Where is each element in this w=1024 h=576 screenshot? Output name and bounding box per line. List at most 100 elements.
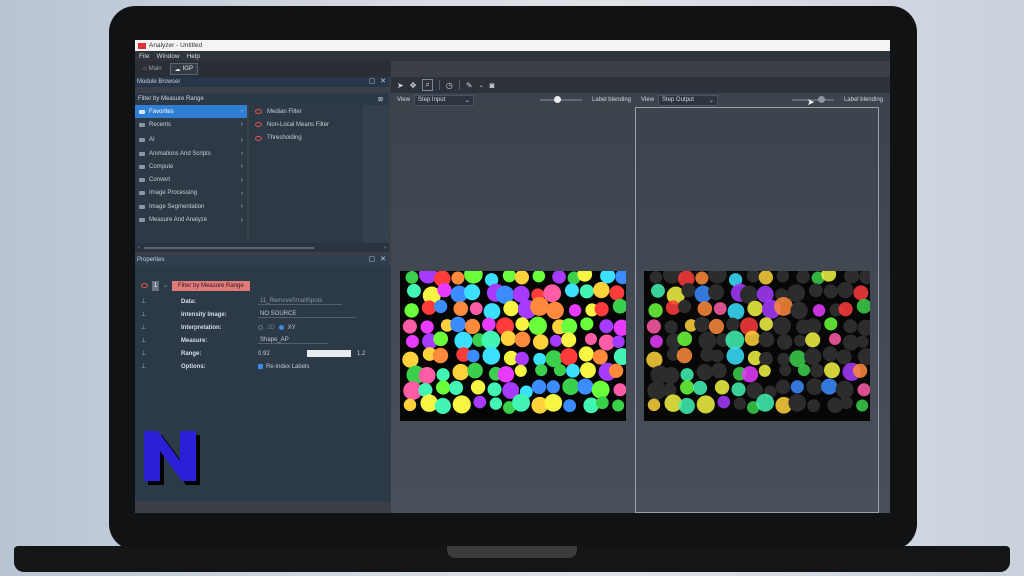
module-median-filter[interactable]: Median Filter: [249, 105, 363, 118]
sphere-label: [466, 349, 480, 363]
category-compute[interactable]: Compute ›: [135, 160, 247, 173]
clear-filter-icon[interactable]: ⊠: [378, 96, 383, 103]
timer-icon[interactable]: ◷: [446, 81, 453, 90]
pointer-tool-icon[interactable]: ➤: [397, 81, 404, 90]
module-nlm-filter[interactable]: Non-Local Means Filter: [249, 118, 363, 131]
zoom-tool-icon[interactable]: ⌕: [422, 79, 433, 91]
menu-file[interactable]: File: [139, 53, 149, 60]
category-animations[interactable]: Animations And Scripts ›: [135, 147, 247, 160]
sphere-label: [532, 334, 549, 350]
sphere-label: [808, 283, 823, 298]
title-bar: Analyzer - Untitled: [135, 40, 890, 51]
horizontal-scrollbar[interactable]: ‹ ›: [135, 243, 389, 252]
sphere-label: [788, 393, 807, 412]
move-tool-icon[interactable]: ✥: [410, 81, 417, 90]
menu-window[interactable]: Window: [156, 53, 179, 60]
main-workspace-button[interactable]: ⌂ Main: [138, 63, 167, 75]
measure-select[interactable]: Shape_AP: [258, 337, 328, 344]
category-image-processing[interactable]: Image Processing ›: [135, 187, 247, 200]
scroll-left-icon[interactable]: ‹: [138, 245, 140, 251]
step-input-image[interactable]: [400, 271, 626, 421]
sphere-label: [713, 302, 727, 315]
category-image-segmentation[interactable]: Image Segmentation ›: [135, 200, 247, 213]
sphere-label: [531, 379, 547, 395]
scroll-right-icon[interactable]: ›: [384, 245, 386, 251]
intensity-select[interactable]: NO SOURCE: [258, 311, 356, 318]
scrollbar-thumb[interactable]: [144, 246, 314, 249]
mouse-cursor-icon: ➤: [807, 97, 815, 107]
prop-row-data: ⊥ Data: 11_RemoveSmallSpots: [135, 295, 391, 308]
toolbar-separator: [458, 80, 460, 90]
prop-row-options: ⊥ Options: Re-index Labels: [135, 360, 391, 373]
category-measure-analyze[interactable]: Measure And Analyze ›: [135, 213, 247, 226]
slider-knob[interactable]: [817, 96, 825, 103]
properties-header: Properties ▢ ✕: [135, 255, 389, 265]
radio-3d[interactable]: [258, 325, 263, 330]
chevron-down-icon[interactable]: ⌄: [163, 282, 168, 289]
left-step-select[interactable]: Step Input ⌄: [413, 94, 474, 106]
sphere-label: [804, 348, 822, 366]
menu-help[interactable]: Help: [187, 53, 200, 60]
pin-icon[interactable]: ⊥: [141, 311, 146, 318]
sphere-label: [726, 347, 745, 365]
right-view-bar: View Step Output ⌄ Label blending: [641, 93, 887, 107]
sphere-label: [790, 301, 808, 320]
sphere-label: [404, 303, 419, 318]
sphere-label: [578, 346, 594, 362]
close-icon[interactable]: ✕: [380, 77, 386, 85]
sphere-label: [568, 304, 582, 317]
camera-icon[interactable]: ◙: [490, 81, 495, 90]
sphere-label: [487, 382, 502, 397]
right-step-select[interactable]: Step Output ⌄: [657, 94, 718, 106]
module-list-scrollbar[interactable]: [363, 105, 389, 243]
range-min-input[interactable]: 0.92: [258, 351, 270, 357]
igp-workspace-button[interactable]: ☁ IGP: [169, 63, 198, 75]
step-output-image[interactable]: [644, 271, 870, 421]
radio-xy[interactable]: [278, 325, 284, 330]
module-thresholding[interactable]: Thresholding: [249, 132, 363, 145]
close-icon[interactable]: ✕: [380, 255, 386, 263]
sphere-label: [838, 302, 853, 317]
sphere-label: [698, 331, 717, 350]
module-name-badge[interactable]: Filter by Measure Range: [172, 280, 250, 291]
chevron-right-icon: ›: [240, 203, 243, 211]
chevron-down-icon[interactable]: ⌄: [479, 82, 484, 89]
module-filter-input[interactable]: Filter by Measure Range ⊠: [135, 93, 389, 105]
left-view-bar: View Step Input ⌄ Label blending: [397, 93, 635, 107]
undock-icon[interactable]: ▢: [369, 77, 376, 85]
category-convert[interactable]: Convert ›: [135, 173, 247, 186]
pin-icon[interactable]: ⊥: [141, 350, 146, 357]
category-ai[interactable]: AI ›: [135, 134, 247, 147]
sphere-label: [469, 302, 483, 315]
range-max-input[interactable]: 1.2: [357, 351, 365, 357]
sphere-label: [680, 380, 695, 395]
range-slider[interactable]: [307, 350, 351, 357]
sphere-label: [528, 316, 547, 335]
pin-icon[interactable]: ⊥: [141, 363, 146, 370]
pen-tool-icon[interactable]: ✎: [466, 81, 473, 90]
slider-knob[interactable]: [553, 96, 561, 103]
sphere-label: [708, 271, 727, 284]
undock-icon[interactable]: ▢: [369, 255, 376, 263]
sphere-label: [564, 283, 579, 298]
folder-icon: [139, 191, 145, 196]
pin-icon[interactable]: ⊥: [141, 324, 146, 331]
sphere-label: [543, 284, 562, 303]
data-select[interactable]: 11_RemoveSmallSpots: [258, 298, 342, 305]
pin-icon[interactable]: ⊥: [141, 337, 146, 344]
pin-icon[interactable]: ⊥: [141, 298, 146, 305]
prop-label: Interpretation:: [181, 324, 222, 331]
sphere-label: [599, 319, 614, 334]
sphere-label: [857, 383, 870, 397]
left-label-blending-slider[interactable]: [539, 96, 582, 103]
category-favorites[interactable]: Favorites ›: [135, 105, 247, 119]
sphere-label: [822, 346, 838, 362]
properties-title: Properties: [137, 257, 165, 263]
category-label: Measure And Analyze: [149, 217, 208, 224]
reindex-checkbox[interactable]: [258, 364, 263, 369]
menu-bar: File Window Help: [135, 51, 890, 61]
sphere-label: [500, 330, 516, 346]
sphere-label: [727, 303, 745, 320]
sphere-label: [796, 271, 810, 284]
category-recents[interactable]: Recents ›: [135, 118, 247, 131]
